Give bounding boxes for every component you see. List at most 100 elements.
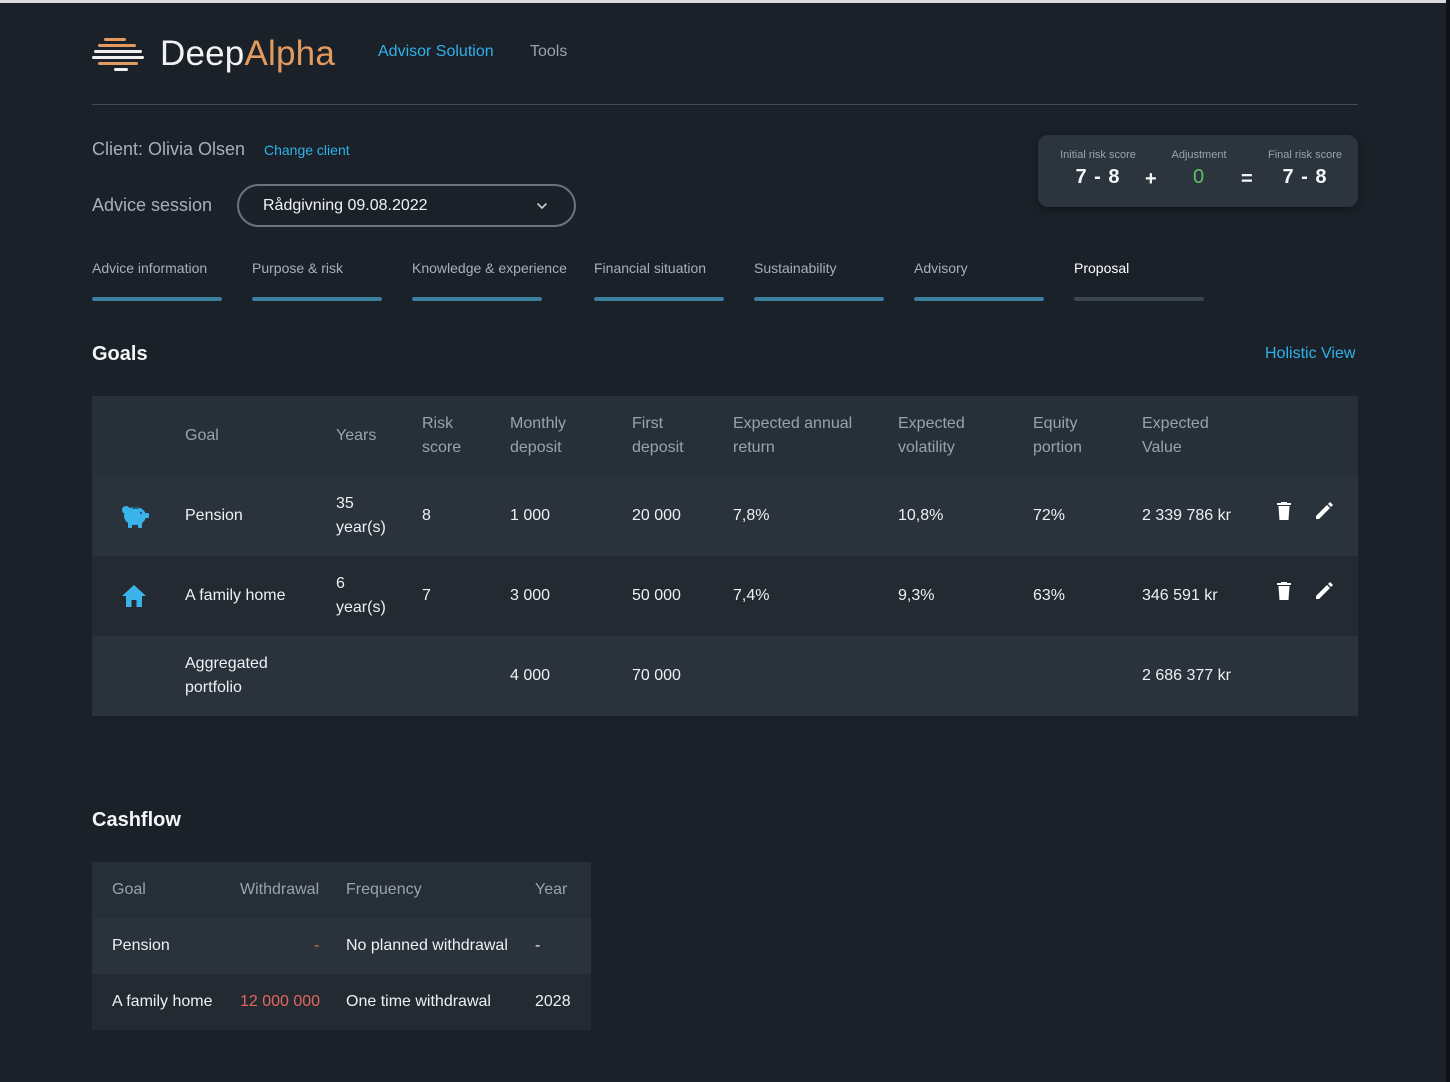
risk-adjustment: Adjustment 0 xyxy=(1162,149,1236,189)
tab-knowledge-experience[interactable]: Knowledge & experience xyxy=(412,260,567,302)
table-row: Pension - No planned withdrawal - xyxy=(92,918,591,974)
edit-icon[interactable] xyxy=(1314,581,1334,601)
aggregate-expected-value: 2 686 377 kr xyxy=(1142,667,1231,684)
goal-first-deposit: 20 000 xyxy=(632,507,681,524)
tab-progress-bar xyxy=(914,297,1044,301)
cashflow-frequency: No planned withdrawal xyxy=(346,937,508,954)
final-risk-label: Final risk score xyxy=(1268,149,1342,161)
tab-label: Advisory xyxy=(914,260,968,276)
deepalpha-logo-icon xyxy=(92,38,144,71)
col-equity-portion: Equity portion xyxy=(1033,415,1082,456)
adjustment-label: Adjustment xyxy=(1171,149,1227,161)
delete-icon[interactable] xyxy=(1277,582,1291,600)
goal-equity-portion: 72% xyxy=(1033,507,1066,524)
col-frequency: Frequency xyxy=(346,881,422,898)
cashflow-goal: Pension xyxy=(112,937,170,954)
tab-label: Financial situation xyxy=(594,260,707,276)
cashflow-goal: A family home xyxy=(112,993,213,1010)
cashflow-frequency: One time withdrawal xyxy=(346,993,491,1010)
holistic-view-link[interactable]: Holistic View xyxy=(1265,345,1355,363)
advice-session-label: Advice session xyxy=(92,195,213,215)
chevron-down-icon xyxy=(537,203,547,209)
col-first-deposit: First deposit xyxy=(632,415,684,456)
nav-tools[interactable]: Tools xyxy=(530,43,567,61)
final-risk-score: Final risk score 7 - 8 xyxy=(1262,149,1348,189)
tab-progress-bar xyxy=(1074,297,1204,301)
col-monthly-deposit: Monthly deposit xyxy=(510,415,567,456)
tab-progress-bar xyxy=(412,297,542,301)
col-year: Year xyxy=(535,881,568,898)
tab-label: Knowledge & experience xyxy=(412,260,567,276)
goal-equity-portion: 63% xyxy=(1033,587,1066,604)
goal-first-deposit: 50 000 xyxy=(632,587,681,604)
goal-expected-return: 7,4% xyxy=(733,587,770,604)
col-risk-score: Risk score xyxy=(422,415,462,456)
process-tabs: Advice information Purpose & risk Knowle… xyxy=(92,260,1358,302)
cashflow-table-header: Goal Withdrawal Frequency Year xyxy=(92,862,591,918)
goal-name: Pension xyxy=(185,507,243,524)
home-icon xyxy=(122,585,146,607)
brand-logo[interactable]: DeepAlpha xyxy=(92,34,335,74)
goal-risk-score: 8 xyxy=(422,507,431,524)
app-header: DeepAlpha Advisor Solution Tools xyxy=(92,30,1358,105)
goal-expected-value: 2 339 786 kr xyxy=(1142,507,1231,524)
tab-progress-bar xyxy=(252,297,382,301)
goal-expected-value: 346 591 kr xyxy=(1142,587,1218,604)
col-expected-volatility: Expected volatility xyxy=(898,415,965,456)
tab-label: Advice information xyxy=(92,260,208,276)
goal-expected-return: 7,8% xyxy=(733,507,770,524)
tab-advice-information[interactable]: Advice information xyxy=(92,260,222,302)
tab-sustainability[interactable]: Sustainability xyxy=(754,260,884,302)
col-expected-return: Expected annual return xyxy=(733,415,853,456)
aggregate-first-deposit: 70 000 xyxy=(632,667,681,684)
table-row: A family home 12 000 000 One time withdr… xyxy=(92,974,591,1030)
tab-label: Proposal xyxy=(1074,260,1130,276)
brand-name: DeepAlpha xyxy=(160,34,336,73)
window-right-edge xyxy=(1446,0,1450,1082)
piggy-bank-icon xyxy=(122,506,149,528)
table-row[interactable]: Pension 35 year(s) 8 1 000 20 000 7,8% 10… xyxy=(92,476,1358,556)
tab-progress-bar xyxy=(754,297,884,301)
col-goal: Goal xyxy=(185,427,219,444)
tab-financial-situation[interactable]: Financial situation xyxy=(594,260,724,302)
cashflow-year: 2028 xyxy=(535,993,571,1010)
goal-monthly-deposit: 3 000 xyxy=(510,587,551,604)
tab-purpose-risk[interactable]: Purpose & risk xyxy=(252,260,382,302)
goal-risk-score: 7 xyxy=(422,587,431,604)
goals-table-header: Goal Years Risk score Monthly deposit Firs… xyxy=(92,396,1358,476)
tab-label: Sustainability xyxy=(754,260,837,276)
tab-advisory[interactable]: Advisory xyxy=(914,260,1044,302)
initial-risk-label: Initial risk score xyxy=(1060,149,1136,161)
table-row[interactable]: A family home 6 year(s) 7 3 000 50 000 7,… xyxy=(92,556,1358,636)
aggregate-label: Aggregated portfolio xyxy=(185,655,268,696)
initial-risk-value: 7 - 8 xyxy=(1075,166,1121,188)
tab-progress-bar xyxy=(92,297,222,301)
col-withdrawal: Withdrawal xyxy=(240,881,320,898)
tab-proposal[interactable]: Proposal xyxy=(1074,260,1204,302)
goal-years: 6 year(s) xyxy=(336,575,386,616)
col-goal: Goal xyxy=(112,881,146,898)
goals-table: Goal Years Risk score Monthly deposit Firs… xyxy=(92,396,1358,716)
col-years: Years xyxy=(336,427,377,444)
aggregated-portfolio-row: Aggregated portfolio 4 000 70 000 2 686 3… xyxy=(92,636,1358,716)
client-name: Client: Olivia Olsen xyxy=(92,139,246,159)
cashflow-withdrawal: 12 000 000 xyxy=(240,993,321,1010)
equals-sign: = xyxy=(1241,168,1253,190)
goal-monthly-deposit: 1 000 xyxy=(510,507,551,524)
tab-progress-bar xyxy=(594,297,724,301)
edit-icon[interactable] xyxy=(1314,501,1334,521)
goal-years: 35 year(s) xyxy=(336,495,386,536)
change-client-link[interactable]: Change client xyxy=(264,142,350,158)
final-risk-value: 7 - 8 xyxy=(1282,166,1328,188)
adjustment-value: 0 xyxy=(1192,166,1206,188)
risk-score-summary: Initial risk score 7 - 8 + Adjustment 0 … xyxy=(1038,135,1358,207)
advice-session-select[interactable]: Rådgivning 09.08.2022 xyxy=(237,184,576,227)
cashflow-year: - xyxy=(535,937,541,954)
nav-advisor-solution[interactable]: Advisor Solution xyxy=(378,43,494,61)
advice-session-value: Rådgivning 09.08.2022 xyxy=(263,196,428,214)
cashflow-table: Goal Withdrawal Frequency Year Pension -… xyxy=(92,862,591,1030)
browser-top-edge xyxy=(0,0,1450,3)
goal-expected-volatility: 9,3% xyxy=(898,587,935,604)
goal-expected-volatility: 10,8% xyxy=(898,507,944,524)
delete-icon[interactable] xyxy=(1277,502,1291,520)
